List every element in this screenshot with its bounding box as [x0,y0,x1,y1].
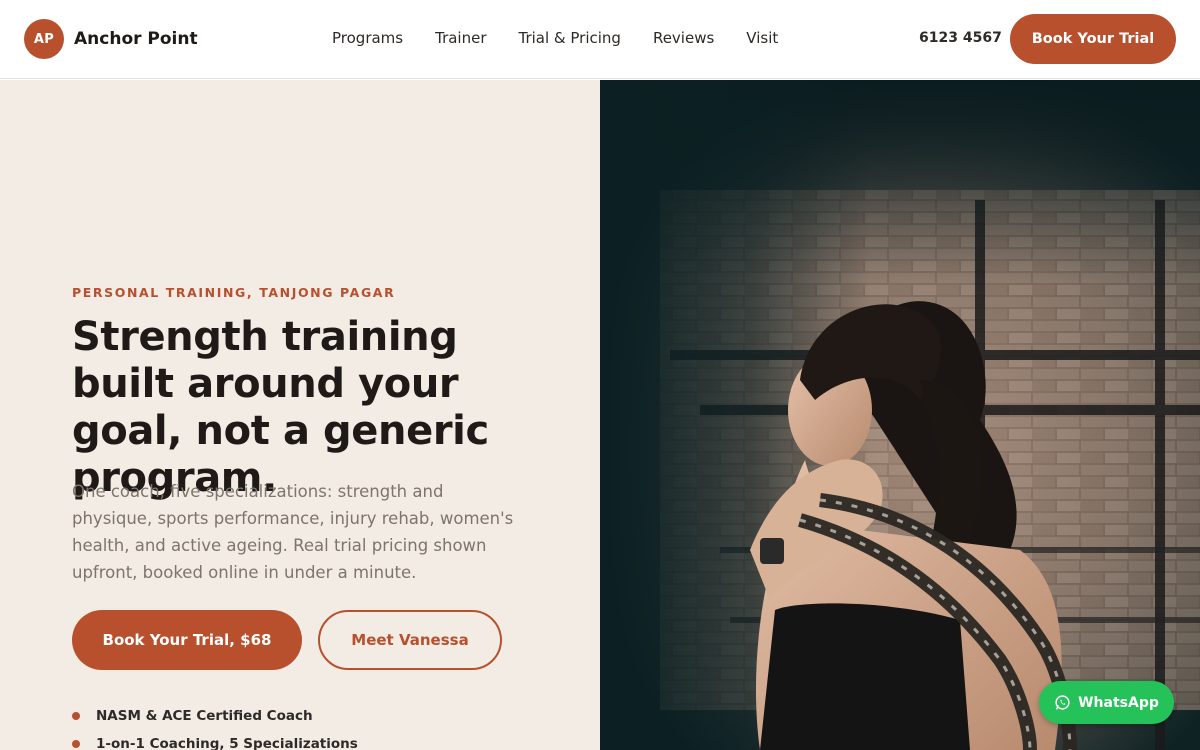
whatsapp-button[interactable]: WhatsApp [1039,681,1174,724]
whatsapp-icon [1054,694,1071,711]
trust-point-text: NASM & ACE Certified Coach [96,708,313,724]
trust-point: NASM & ACE Certified Coach [72,702,358,730]
hero-photo [600,80,1200,750]
trust-point: 1-on-1 Coaching, 5 Specializations [72,730,358,750]
nav-reviews[interactable]: Reviews [653,29,714,47]
brand-badge: AP [24,19,64,59]
trust-point-text: 1-on-1 Coaching, 5 Specializations [96,736,358,750]
phone-link[interactable]: 6123 4567 [919,30,1002,46]
bullet-dot-icon [72,740,80,748]
hero-description: One coach, five specializations: strengt… [72,482,514,582]
main-nav: Programs Trainer Trial & Pricing Reviews… [332,29,778,47]
nav-trial-pricing[interactable]: Trial & Pricing [519,29,621,47]
whatsapp-label: WhatsApp [1078,694,1159,711]
brand-name: Anchor Point [74,29,198,49]
trainer-photo-illustration [600,80,1200,750]
brand-logo-link[interactable]: AP Anchor Point [24,19,198,59]
book-trial-header-button[interactable]: Book Your Trial [1010,14,1176,64]
hero-headline: Strength training built around your goal… [72,314,489,501]
nav-visit[interactable]: Visit [746,29,778,47]
bullet-dot-icon [72,712,80,720]
hero-content: PERSONAL TRAINING, TANJONG PAGAR Strengt… [0,80,600,750]
meet-trainer-button[interactable]: Meet Vanessa [318,610,502,670]
book-trial-button[interactable]: Book Your Trial, $68 [72,610,302,670]
nav-programs[interactable]: Programs [332,29,403,47]
hero-eyebrow: PERSONAL TRAINING, TANJONG PAGAR [72,285,396,300]
trust-points: NASM & ACE Certified Coach 1-on-1 Coachi… [72,702,358,750]
site-header: AP Anchor Point Programs Trainer Trial &… [0,0,1200,79]
nav-trainer[interactable]: Trainer [435,29,486,47]
